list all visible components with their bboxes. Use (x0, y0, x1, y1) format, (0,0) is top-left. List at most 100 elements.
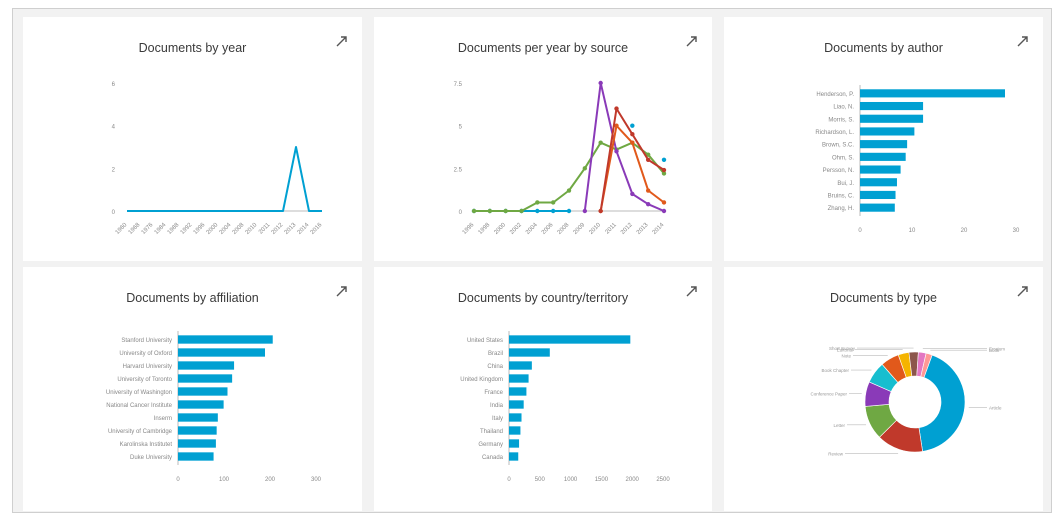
slice-label: Review (828, 451, 844, 456)
slice-label: Book Chapter (821, 368, 849, 373)
x-tick-label: 200 (265, 477, 276, 483)
card-documents-by-country: Documents by country/territory United St… (374, 267, 712, 511)
data-point (661, 200, 667, 205)
data-point (614, 106, 619, 111)
category-label: Duke University (130, 455, 172, 461)
y-tick-label: 5 (459, 125, 463, 131)
bar (509, 374, 529, 383)
bar (178, 439, 216, 448)
bar (509, 387, 527, 396)
data-point (661, 208, 667, 214)
bar (178, 400, 224, 409)
x-tick-label: 2009 (573, 222, 587, 236)
slice-label: Note (841, 353, 851, 358)
x-tick-label: 1984 (154, 222, 168, 236)
y-tick-label: 6 (112, 82, 116, 88)
category-label: Karolinska Institutet (120, 442, 173, 448)
bar-chart-author: Henderson, P. Liao, N. Morris, S. Richardso… (815, 85, 1020, 234)
x-tick-label: 2004 (219, 222, 233, 236)
category-label: Bruins, C. (828, 193, 855, 199)
x-tick-label: 1992 (180, 222, 194, 236)
x-tick-label: 0 (858, 228, 862, 234)
category-label: University of Washington (106, 390, 172, 396)
category-label: United Kingdom (460, 377, 503, 383)
bar (860, 127, 915, 136)
line-chart-source: 0 2.5 5 7.5 1996 1998 2000 2002 2004 2006 2008 2009… (454, 80, 667, 236)
bar (860, 140, 908, 149)
data-point (630, 191, 635, 197)
category-label: Bui, J. (837, 181, 854, 187)
series-line (127, 146, 322, 212)
data-point (471, 208, 477, 214)
x-tick-label: 300 (311, 477, 322, 483)
slice-label: Letter (833, 423, 845, 428)
bar (178, 374, 233, 383)
category-label: Richardson, L. (815, 130, 854, 136)
data-point (598, 80, 603, 86)
bar (860, 101, 924, 111)
x-tick-label: 2014 (652, 222, 666, 236)
x-tick-label: 1988 (167, 222, 181, 236)
bar (178, 452, 214, 461)
category-label: China (487, 364, 503, 370)
x-tick-label: 2014 (297, 222, 311, 236)
x-tick-label: 2010 (245, 222, 259, 236)
category-label: Canada (482, 455, 504, 461)
category-label: France (484, 390, 503, 396)
data-point (535, 208, 540, 214)
bar (860, 165, 901, 174)
donut-chart-type: Article Review Letter Conference Paper Book … (810, 346, 1005, 456)
bar (178, 387, 228, 396)
x-tick-label: 100 (219, 477, 230, 483)
x-tick-label: 2000 (493, 222, 507, 236)
x-tick-label: 2500 (656, 477, 670, 483)
analytics-dashboard: Documents by year 0 2 4 6 1960 1968 1976 1984 19… (12, 8, 1052, 513)
category-label: Zhang, H. (828, 206, 855, 212)
y-tick-label: 2 (112, 167, 116, 173)
category-label: Thailand (480, 429, 503, 435)
x-tick-label: 1976 (141, 222, 155, 236)
data-point (550, 200, 556, 205)
data-point (550, 208, 556, 214)
data-point (645, 201, 651, 207)
x-tick-label: 2004 (525, 222, 539, 236)
card-documents-by-type: Documents by type Article Review Letter Con… (724, 267, 1043, 511)
data-point (487, 208, 493, 214)
data-point (661, 167, 667, 173)
y-tick-label: 4 (112, 125, 116, 131)
bar (509, 348, 550, 357)
bar (509, 426, 521, 435)
x-tick-label: 10 (909, 228, 916, 234)
bar (178, 426, 217, 435)
series-line (474, 160, 664, 211)
data-point (645, 188, 651, 193)
x-tick-label: 2006 (541, 222, 555, 236)
x-tick-label: 1000 (564, 477, 578, 483)
x-tick-label: 2000 (626, 477, 640, 483)
y-tick-label: 7.5 (454, 82, 463, 88)
bar (509, 400, 524, 409)
data-point (645, 157, 651, 162)
bar (178, 348, 265, 357)
x-tick-label: 2000 (206, 222, 220, 236)
category-label: United States (467, 338, 503, 344)
x-tick-label: 1960 (115, 222, 129, 236)
bar (860, 178, 897, 187)
category-label: Persson, N. (823, 168, 855, 174)
category-label: Stanford University (121, 338, 172, 344)
card-documents-by-year: Documents by year 0 2 4 6 1960 1968 1976 1984 19… (23, 17, 362, 261)
bar (860, 89, 1005, 98)
data-point (598, 208, 603, 214)
bar (509, 452, 519, 461)
bar (509, 439, 520, 448)
x-tick-label: 1996 (193, 222, 207, 236)
data-point (582, 208, 588, 214)
x-tick-label: 1500 (595, 477, 609, 483)
data-point (614, 149, 619, 154)
category-label: University of Oxford (119, 351, 172, 357)
data-point (566, 208, 572, 214)
card-documents-by-affiliation: Documents by affiliation Stanford Univer… (23, 267, 362, 511)
bar (860, 152, 906, 161)
x-tick-label: 2008 (557, 222, 571, 236)
x-tick-label: 0 (507, 477, 511, 483)
